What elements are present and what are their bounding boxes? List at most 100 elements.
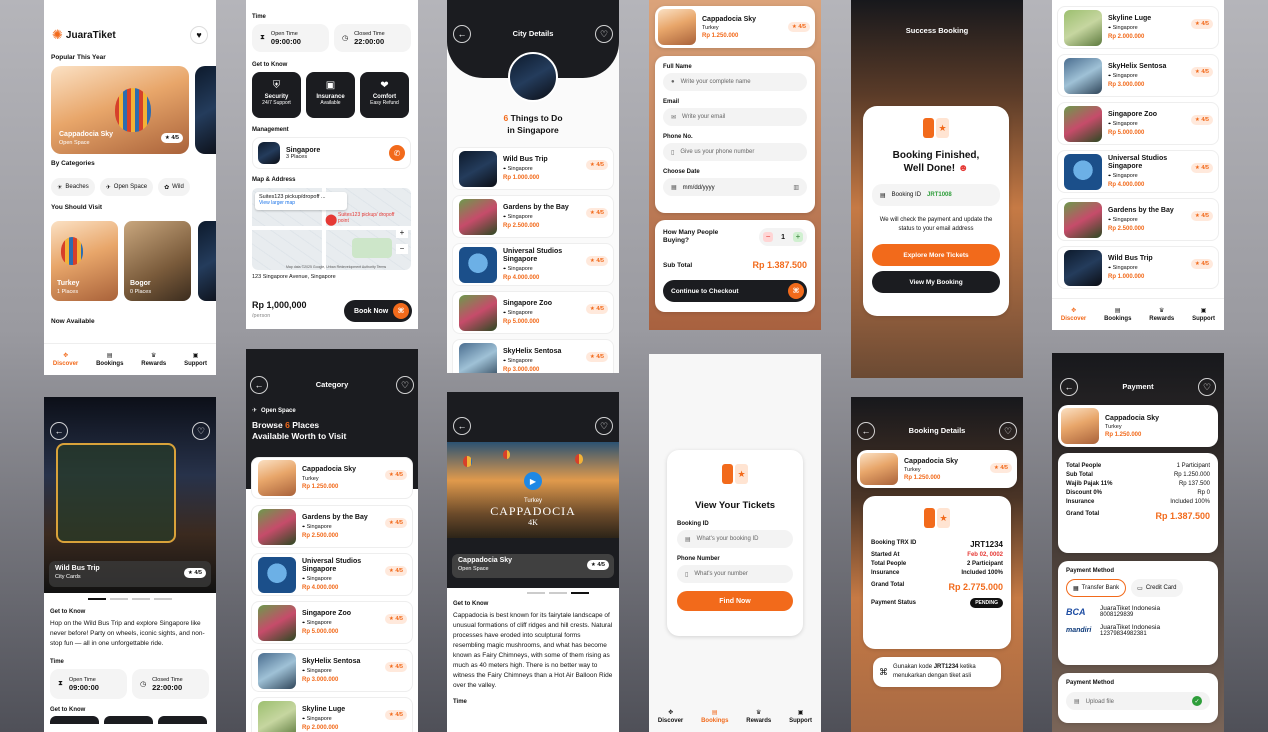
- heart-icon: ♡: [1003, 425, 1013, 436]
- list-item[interactable]: Wild Bus Trip ⌖ Singapore Rp 1.000.000 ★ 4/…: [1057, 246, 1219, 289]
- nav-bookings[interactable]: ▤ Bookings: [96, 352, 123, 367]
- list-item[interactable]: Universal Studios Singapore ⌖ Singapore Rp…: [452, 243, 614, 286]
- minus-button[interactable]: −: [763, 232, 774, 242]
- category-beaches[interactable]: ☀ Beaches: [51, 178, 95, 196]
- bookings-icon: ▤: [106, 353, 113, 359]
- nav-bookings[interactable]: ▤ Bookings: [701, 709, 728, 724]
- list-item[interactable]: Singapore Zoo ⌖ Singapore Rp 5.000.000 ★ 4/…: [1057, 102, 1219, 145]
- item-thumb: [1064, 9, 1102, 46]
- visit-card-3[interactable]: [198, 221, 216, 301]
- email-input[interactable]: ✉ Write your email: [663, 108, 807, 126]
- item-location: ⌖ Singapore: [302, 576, 332, 582]
- list-item[interactable]: Gardens by the Bay ⌖ Singapore Rp 2.500.00…: [452, 195, 614, 238]
- nav-rewards[interactable]: ♛ Rewards: [746, 709, 771, 724]
- management-card[interactable]: Singapore 3 Places ✆: [252, 137, 411, 169]
- continue-checkout-button[interactable]: Continue to Checkout ⌘: [663, 280, 807, 302]
- category-open-space[interactable]: ✈ Open Space: [99, 178, 154, 196]
- list-item[interactable]: Singapore Zoo ⌖ Singapore Rp 5.000.000 ★ 4/…: [251, 601, 413, 644]
- compass-icon: ✥: [1071, 308, 1077, 314]
- back-button[interactable]: ←: [453, 417, 471, 435]
- date-input[interactable]: ▦ mm/dd/yyyy ▥: [663, 178, 807, 196]
- video-header: ← ♡ ▶ Turkey CAPPADOCIA 4K Cappadocia Sk…: [447, 392, 619, 588]
- item-location: ⌖ Singapore: [1108, 217, 1138, 223]
- bank-icon: ▦: [1073, 585, 1079, 592]
- nav-discover[interactable]: ✥ Discover: [1061, 307, 1086, 322]
- item-thumb: [459, 246, 497, 283]
- pin-icon: ⌖: [1108, 73, 1112, 79]
- closed-time-card: ◷ Closed Time 22:00:00: [132, 669, 209, 699]
- get-to-know-heading: Get to Know: [252, 62, 288, 68]
- list-item[interactable]: Wild Bus Trip ⌖ Singapore Rp 1.000.000 ★ 4/…: [452, 147, 614, 190]
- list-item[interactable]: SkyHelix Sentosa ⌖ Singapore Rp 3.000.000 ★…: [1057, 54, 1219, 97]
- calendar-picker-icon[interactable]: ▥: [793, 184, 799, 191]
- nav-discover[interactable]: ✥ Discover: [53, 352, 78, 367]
- ticket-logo-icon: ★: [924, 508, 950, 528]
- item-location: ⌖ Singapore: [1108, 173, 1138, 179]
- popular-card[interactable]: Cappadocia Sky Open Space ★ 4/5: [51, 66, 189, 154]
- ticket-logo-icon: ★: [923, 118, 949, 138]
- list-item[interactable]: Singapore Zoo ⌖ Singapore Rp 5.000.000 ★ 4/…: [452, 291, 614, 334]
- phone-call-button[interactable]: ✆: [389, 145, 405, 161]
- favorite-button[interactable]: ♡: [595, 417, 613, 435]
- list-item[interactable]: SkyHelix Sentosa ⌖ Singapore Rp 3.000.000 ★…: [452, 339, 614, 373]
- transfer-bank-option[interactable]: ▦ Transfer Bank: [1066, 579, 1127, 597]
- list-item[interactable]: Cappadocia Sky Turkey Rp 1.250.000 ★ 4/5: [251, 457, 413, 499]
- quantity-value: 1: [781, 233, 785, 241]
- favorite-button[interactable]: ♡: [396, 376, 414, 394]
- full-name-input[interactable]: ● Write your complete name: [663, 73, 807, 91]
- quantity-stepper[interactable]: − 1 +: [759, 228, 807, 246]
- beach-icon: ☀: [57, 184, 63, 191]
- credit-card-option[interactable]: ▭ Credit Card: [1131, 579, 1183, 597]
- favorite-button[interactable]: ♡: [1198, 378, 1216, 396]
- nav-rewards[interactable]: ♛ Rewards: [1149, 307, 1174, 322]
- zoom-in-button[interactable]: +: [396, 228, 408, 238]
- favorite-button[interactable]: ♡: [192, 422, 210, 440]
- city-avatar: [508, 52, 558, 102]
- pin-icon: ⌖: [1108, 25, 1112, 31]
- popular-card-2[interactable]: [195, 66, 216, 154]
- list-item[interactable]: Universal Studios Singapore ⌖ Singapore Rp…: [251, 553, 413, 596]
- play-icon[interactable]: ▶: [524, 472, 542, 490]
- category-wild[interactable]: ✿ Wild: [158, 178, 190, 196]
- plus-button[interactable]: +: [793, 232, 803, 242]
- booking-id-input[interactable]: ▤ What's your booking ID: [677, 530, 793, 548]
- book-now-button[interactable]: Book Now ⌘: [344, 300, 412, 322]
- video-player[interactable]: ▶ Turkey CAPPADOCIA 4K: [447, 442, 619, 538]
- nav-bookings[interactable]: ▤ Bookings: [1104, 307, 1131, 322]
- item-price: Rp 2.500.000: [503, 223, 540, 229]
- visit-card-bogor[interactable]: Bogor 0 Places: [124, 221, 191, 301]
- nav-support[interactable]: ▣ Support: [1192, 307, 1215, 322]
- list-item[interactable]: Skyline Luge ⌖ Singapore Rp 2.000.000 ★ 4/5: [251, 697, 413, 732]
- upload-file-input[interactable]: ▤ Upload file ✓: [1066, 692, 1210, 710]
- card-icon: ▭: [1137, 585, 1143, 592]
- favorite-button[interactable]: ♡: [999, 422, 1017, 440]
- city-details-screen: ← City Details ♡ 6 Things to Do in Singap…: [447, 0, 619, 373]
- map-view[interactable]: Suites123 pickup/dropoff ... View larger…: [252, 188, 411, 270]
- favorites-button[interactable]: ♥: [190, 26, 208, 44]
- item-thumb: [1064, 153, 1102, 190]
- list-item[interactable]: Skyline Luge ⌖ Singapore Rp 2.000.000 ★ 4/5: [1057, 6, 1219, 49]
- booking-details-screen: ← Booking Details ♡ Cappadocia Sky Turkey…: [851, 397, 1023, 732]
- find-now-button[interactable]: Find Now: [677, 591, 793, 611]
- back-button[interactable]: ←: [50, 422, 68, 440]
- visit-card-turkey[interactable]: Turkey 1 Places: [51, 221, 118, 301]
- item-name: Gardens by the Bay: [302, 514, 368, 521]
- list-item[interactable]: SkyHelix Sentosa ⌖ Singapore Rp 3.000.000 ★…: [251, 649, 413, 692]
- favorite-button[interactable]: ♡: [595, 25, 613, 43]
- nav-discover[interactable]: ✥ Discover: [658, 709, 683, 724]
- view-booking-button[interactable]: View My Booking: [872, 271, 1000, 293]
- larger-map-link[interactable]: View larger map: [259, 200, 343, 206]
- list-item[interactable]: Gardens by the Bay ⌖ Singapore Rp 2.500.00…: [1057, 198, 1219, 241]
- phone-number-input[interactable]: ▯ What's your number: [677, 565, 793, 583]
- list-item[interactable]: Gardens by the Bay ⌖ Singapore Rp 2.500.00…: [251, 505, 413, 548]
- nav-rewards[interactable]: ♛ Rewards: [141, 352, 166, 367]
- phone-icon: ▯: [685, 571, 689, 578]
- nav-support[interactable]: ▣ Support: [184, 352, 207, 367]
- visit-sub: 1 Places: [57, 289, 79, 295]
- list-item[interactable]: Universal Studios Singapore ⌖ Singapore Rp…: [1057, 150, 1219, 193]
- nav-support[interactable]: ▣ Support: [789, 709, 812, 724]
- zoom-out-button[interactable]: −: [396, 244, 408, 254]
- summary-row: Discount 0% Rp 0: [1066, 490, 1210, 496]
- phone-input[interactable]: ▯ Give us your phone number: [663, 143, 807, 161]
- explore-tickets-button[interactable]: Explore More Tickets: [872, 244, 1000, 266]
